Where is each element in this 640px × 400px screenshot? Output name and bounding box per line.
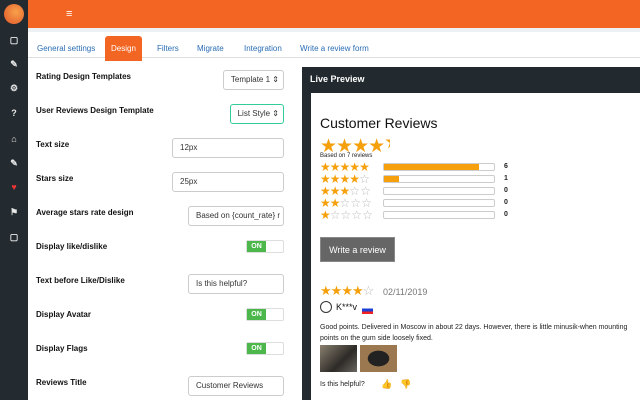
distribution-bar [383, 211, 495, 219]
tab-general-settings[interactable]: General settings [31, 36, 101, 61]
distribution-bar [383, 187, 495, 195]
app-logo [4, 4, 24, 24]
review-author: K***v [336, 302, 358, 312]
russia-flag-icon [362, 306, 373, 314]
flag-icon[interactable]: ⚑ [0, 207, 28, 218]
distribution-count: 0 [504, 187, 508, 194]
distribution-bar [383, 199, 495, 207]
user-reviews-template-select[interactable]: List Style ⇕ [229, 104, 284, 124]
rating-templates-select[interactable]: Template 1 ⇕ [222, 70, 284, 90]
star-filled-icon: ★ [320, 283, 332, 298]
tab-bar: General settings Design Filters Migrate … [28, 28, 640, 61]
helpful-text: Is this helpful? [320, 381, 365, 388]
toggle-state: ON [247, 241, 266, 252]
text-size-input[interactable]: 12px [172, 138, 284, 158]
star-filled-icon: ★ [320, 208, 331, 222]
live-preview-header: Live Preview [310, 74, 365, 84]
avg-design-input[interactable]: Based on {count_rate} r [188, 206, 284, 226]
distribution-count: 1 [504, 175, 508, 182]
bar-fill [384, 164, 479, 170]
review-stars: ★★★★☆ [320, 283, 375, 298]
reviews-title: Customer Reviews [320, 115, 438, 131]
distribution-count: 0 [504, 199, 508, 206]
star-filled-icon: ★ [330, 283, 343, 298]
tab-integration[interactable]: Integration [238, 36, 288, 61]
distribution-count: 6 [504, 163, 508, 170]
star-empty-icon: ☆ [362, 283, 375, 298]
text-before-label: Text before Like/Dislike [36, 276, 125, 285]
display-flags-toggle[interactable]: ON [246, 342, 284, 355]
help-icon[interactable]: ? [0, 108, 28, 118]
distribution-bar [383, 163, 495, 171]
reviews-title-input[interactable]: Customer Reviews [188, 376, 284, 396]
square-icon[interactable]: ▢ [0, 232, 28, 243]
like-dislike-label: Display like/dislike [36, 242, 108, 251]
based-on-text: Based on 7 reviews [320, 153, 373, 159]
bar-fill [384, 176, 400, 182]
avatar-icon [320, 301, 332, 313]
tab-write-review-form[interactable]: Write a review form [294, 36, 375, 61]
tab-migrate[interactable]: Migrate [191, 36, 230, 61]
star-empty-icon: ☆ [340, 208, 352, 222]
review-photo[interactable] [320, 345, 357, 372]
star-filled-icon: ★ [341, 283, 353, 298]
toggle-state: ON [247, 309, 266, 320]
thumbs-down-icon[interactable]: 👎 [400, 379, 411, 390]
rating-templates-label: Rating Design Templates [36, 72, 131, 81]
star-empty-icon: ☆ [351, 208, 363, 222]
edit-icon[interactable]: ✎ [0, 158, 28, 169]
stars-size-label: Stars size [36, 174, 74, 183]
edit-icon[interactable]: ✎ [0, 59, 28, 70]
star-empty-icon: ☆ [362, 208, 373, 222]
top-bar: ≡ [28, 0, 640, 28]
dashboard-icon[interactable]: ▢ [0, 35, 28, 46]
reviews-title-label: Reviews Title [36, 378, 87, 387]
write-review-button[interactable]: Write a review [320, 237, 395, 262]
distribution-bar [383, 175, 495, 183]
menu-icon[interactable]: ≡ [66, 8, 72, 20]
distribution-count: 0 [504, 211, 508, 218]
review-date: 02/11/2019 [383, 287, 428, 297]
display-avatar-toggle[interactable]: ON [246, 308, 284, 321]
like-dislike-toggle[interactable]: ON [246, 240, 284, 253]
review-photo[interactable] [360, 345, 397, 372]
display-avatar-label: Display Avatar [36, 310, 91, 319]
text-size-label: Text size [36, 140, 70, 149]
thumbs-up-icon[interactable]: 👍 [381, 379, 392, 390]
tab-filters[interactable]: Filters [151, 36, 185, 61]
text-before-input[interactable]: Is this helpful? [188, 274, 284, 294]
display-flags-label: Display Flags [36, 344, 88, 353]
tab-design[interactable]: Design [105, 36, 142, 61]
heart-icon[interactable]: ♥ [0, 182, 28, 192]
distribution-stars: ★☆☆☆☆ [320, 209, 373, 221]
gear-icon[interactable]: ⚙ [0, 83, 28, 94]
stars-size-input[interactable]: 25px [172, 172, 284, 192]
user-reviews-template-label: User Reviews Design Template [36, 106, 154, 115]
select-value: Template 1 [230, 75, 271, 84]
star-empty-icon: ☆ [329, 208, 341, 222]
star-filled-icon: ★ [351, 283, 364, 298]
sidebar: ▢ ✎ ⚙ ? ⌂ ✎ ♥ ⚑ ▢ [0, 0, 28, 400]
select-value: List Style [237, 109, 271, 118]
avg-design-label: Average stars rate design [36, 208, 134, 217]
toggle-state: ON [247, 343, 266, 354]
home-icon[interactable]: ⌂ [0, 134, 28, 144]
review-text: Good points. Delivered in Moscow in abou… [320, 324, 628, 342]
